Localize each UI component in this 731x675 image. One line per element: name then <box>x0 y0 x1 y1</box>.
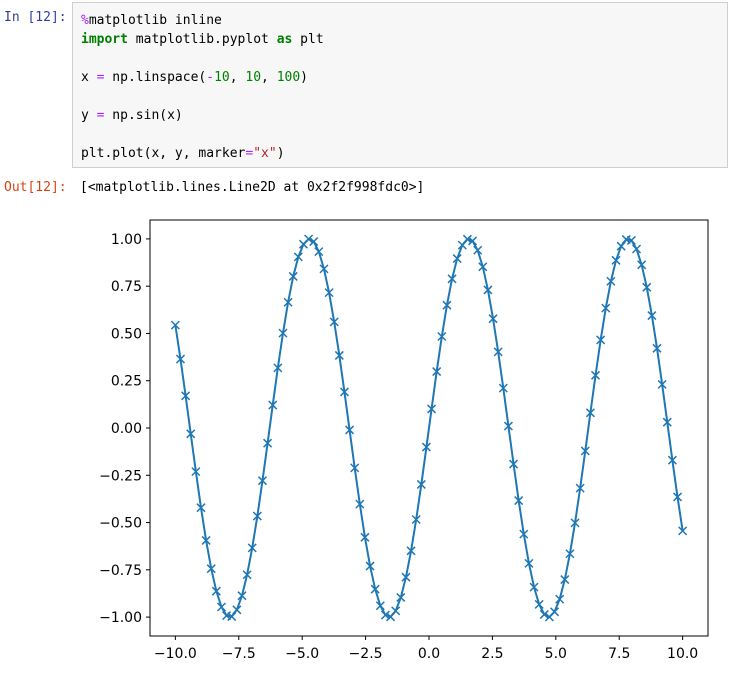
x-tick-label: −10.0 <box>154 646 197 662</box>
code-token: 100 <box>276 70 301 85</box>
output-repr-text: [<matplotlib.lines.Line2D at 0x2f2f998fd… <box>80 180 425 195</box>
y-tick-label: 0.25 <box>111 374 142 390</box>
x-tick-label: −2.5 <box>349 646 383 662</box>
x-tick-label: 10.0 <box>667 646 698 662</box>
code-token: import <box>81 32 128 47</box>
y-tick-label: 0.50 <box>111 326 142 342</box>
code-token: np.linspace( <box>104 70 207 85</box>
x-tick-label: 0.0 <box>418 646 440 662</box>
code-editor[interactable]: %matplotlib inline import matplotlib.pypl… <box>81 11 324 163</box>
output-prompt: Out[12]: <box>4 180 67 195</box>
y-tick-label: 0.75 <box>111 279 142 295</box>
y-tick-label: −0.25 <box>99 468 142 484</box>
y-tick-label: −0.50 <box>99 516 142 532</box>
code-token: y <box>81 108 97 123</box>
code-token: 10 <box>214 70 230 85</box>
code-token: - <box>206 70 215 85</box>
code-token: 10 <box>245 70 262 85</box>
y-tick-label: −1.00 <box>99 610 142 626</box>
code-token: ) <box>276 146 285 161</box>
y-tick-label: −0.75 <box>99 563 142 579</box>
code-token: % <box>81 13 89 28</box>
code-token: plt <box>292 32 324 47</box>
y-tick-label: 0.00 <box>111 421 142 437</box>
code-token: "x" <box>253 146 277 161</box>
input-prompt: In [12]: <box>4 10 67 25</box>
code-token: plt.plot(x, y, marker <box>81 146 246 161</box>
code-token: as <box>276 32 293 47</box>
code-line: x = np.linspace(-10, 10, 100) <box>81 68 324 87</box>
code-token: ) <box>300 70 308 85</box>
x-tick-label: −7.5 <box>222 646 256 662</box>
matplotlib-figure: −10.0 −7.5 −5.0 −2.5 0.0 2.5 5.0 7.5 10.0 1.00 0.7… <box>99 219 709 662</box>
x-tick-label: 5.0 <box>545 646 567 662</box>
code-token: , <box>229 70 246 85</box>
code-cell-input[interactable]: %matplotlib inline import matplotlib.pypl… <box>72 2 728 168</box>
y-tick-label: 1.00 <box>111 232 142 248</box>
code-token: x <box>81 70 97 85</box>
code-token: matplotlib.pyplot <box>127 32 277 47</box>
code-token: matplotlib inline <box>88 13 222 28</box>
x-tick-label: 7.5 <box>608 646 630 662</box>
code-token: np.sin(x) <box>104 108 183 123</box>
code-line: import matplotlib.pyplot as plt <box>81 30 324 49</box>
x-tick-label: −5.0 <box>285 646 319 662</box>
code-line: plt.plot(x, y, marker="x") <box>81 144 324 163</box>
x-tick-label: 2.5 <box>481 646 503 662</box>
code-line: %matplotlib inline <box>81 11 324 30</box>
code-line: y = np.sin(x) <box>81 106 324 125</box>
code-token: , <box>261 70 277 85</box>
